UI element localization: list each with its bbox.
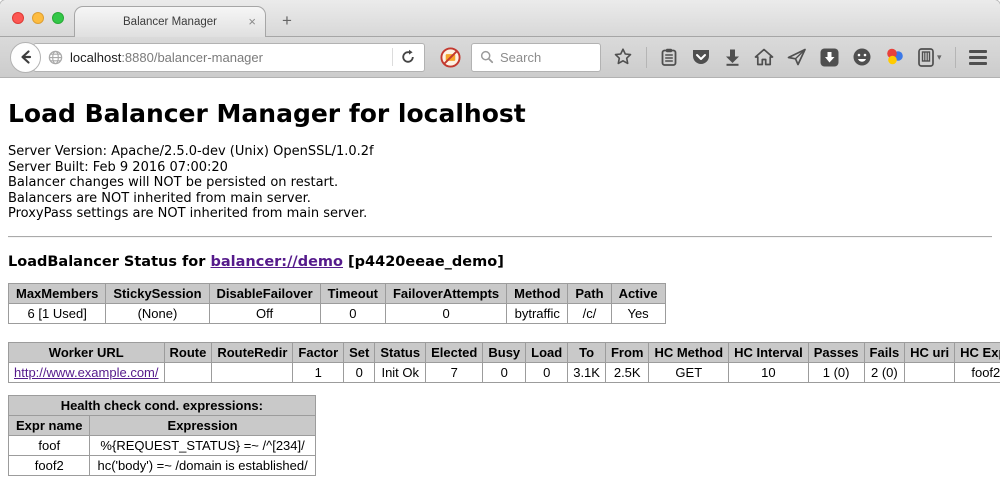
pocket-icon: [691, 48, 711, 66]
globe-icon: [48, 50, 63, 65]
colored-dots-addon-icon: [885, 47, 905, 67]
urlbar-divider: [392, 48, 393, 66]
table-row: http://www.example.com/ 1 0 Init Ok 7 0 …: [9, 362, 1000, 382]
bookmark-button[interactable]: [613, 47, 633, 67]
health-check-table: Health check cond. expressions: Expr nam…: [8, 395, 316, 476]
url-bar[interactable]: localhost:8880/balancer-manager: [33, 43, 425, 72]
notice-line: Balancer changes will NOT be persisted o…: [8, 175, 992, 191]
table-row: foof %{REQUEST_STATUS} =~ /^[234]/: [9, 435, 316, 455]
new-tab-button[interactable]: +: [276, 11, 298, 31]
server-info: Server Version: Apache/2.5.0-dev (Unix) …: [8, 144, 992, 222]
worker-table: Worker URL Route RouteRedir Factor Set S…: [8, 342, 1000, 383]
container-button[interactable]: ▾: [918, 48, 942, 67]
page-title: Load Balancer Manager for localhost: [8, 99, 992, 128]
reading-list-button[interactable]: [660, 48, 678, 67]
url-host: localhost: [70, 50, 121, 65]
toolbar-buttons: ▾: [613, 47, 1000, 68]
bookmark-star-icon: [613, 47, 633, 67]
table-header-row: Worker URL Route RouteRedir Factor Set S…: [9, 342, 1000, 362]
section-divider: [8, 236, 992, 238]
search-icon: [480, 50, 494, 64]
back-icon: [18, 49, 34, 65]
send-icon: [787, 48, 807, 66]
downloads-button[interactable]: [724, 48, 741, 66]
colored-dots-addon-button[interactable]: [885, 47, 905, 67]
tab-balancer-manager[interactable]: Balancer Manager ×: [74, 6, 266, 37]
tab-bar: Balancer Manager × +: [0, 0, 1000, 37]
server-version-line: Server Version: Apache/2.5.0-dev (Unix) …: [8, 144, 992, 160]
table-row: 6 [1 Used] (None) Off 0 0 bytraffic /c/ …: [9, 303, 666, 323]
content-blocker-icon: [440, 47, 461, 68]
balancer-settings-table: MaxMembers StickySession DisableFailover…: [8, 283, 666, 324]
close-tab-icon[interactable]: ×: [248, 14, 256, 29]
notice-line: ProxyPass settings are NOT inherited fro…: [8, 206, 992, 222]
search-input[interactable]: [500, 50, 586, 65]
home-icon: [754, 48, 774, 66]
search-box[interactable]: [471, 43, 601, 72]
balancer-link[interactable]: balancer://demo: [210, 254, 343, 270]
close-window-button[interactable]: [12, 12, 24, 24]
toolbar-divider: [955, 47, 956, 68]
home-button[interactable]: [754, 48, 774, 66]
page-content: Load Balancer Manager for localhost Serv…: [0, 99, 1000, 491]
worker-url-cell: http://www.example.com/: [9, 362, 165, 382]
browser-window: Balancer Manager × + localhost:8880/bala…: [0, 0, 1000, 491]
tab-title: Balancer Manager: [123, 16, 217, 28]
minimize-window-button[interactable]: [32, 12, 44, 24]
notice-line: Balancers are NOT inherited from main se…: [8, 191, 992, 207]
download-icon: [724, 48, 741, 66]
pocket-button[interactable]: [691, 48, 711, 66]
navigation-toolbar: localhost:8880/balancer-manager: [0, 37, 1000, 78]
table-row: foof2 hc('body') =~ /domain is establish…: [9, 455, 316, 475]
server-built-line: Server Built: Feb 9 2016 07:00:20: [8, 160, 992, 176]
toolbar-divider: [646, 47, 647, 68]
health-table-title: Health check cond. expressions:: [9, 395, 316, 415]
send-tab-button[interactable]: [787, 48, 807, 66]
menu-hamburger-icon: [969, 50, 987, 53]
chevron-down-icon: ▾: [937, 52, 942, 63]
addon-download-icon: [820, 48, 839, 67]
menu-button[interactable]: [969, 50, 987, 65]
table-header-row: MaxMembers StickySession DisableFailover…: [9, 283, 666, 303]
reload-icon[interactable]: [400, 49, 416, 65]
content-blocker-button[interactable]: [435, 47, 465, 68]
window-controls: [12, 12, 64, 24]
table-header-row: Expr name Expression: [9, 415, 316, 435]
worker-url-link[interactable]: http://www.example.com/: [14, 365, 159, 380]
table-title-row: Health check cond. expressions:: [9, 395, 316, 415]
back-button[interactable]: [10, 42, 41, 73]
smiley-icon: [852, 47, 872, 67]
addon-download-button[interactable]: [820, 48, 839, 67]
zoom-window-button[interactable]: [52, 12, 64, 24]
balancer-status-heading: LoadBalancer Status for balancer://demo …: [8, 254, 992, 270]
feedback-button[interactable]: [852, 47, 872, 67]
url-text: localhost:8880/balancer-manager: [70, 50, 263, 65]
clipboard-icon: [660, 48, 678, 67]
url-path: :8880/balancer-manager: [121, 50, 263, 65]
container-icon: [918, 48, 934, 67]
